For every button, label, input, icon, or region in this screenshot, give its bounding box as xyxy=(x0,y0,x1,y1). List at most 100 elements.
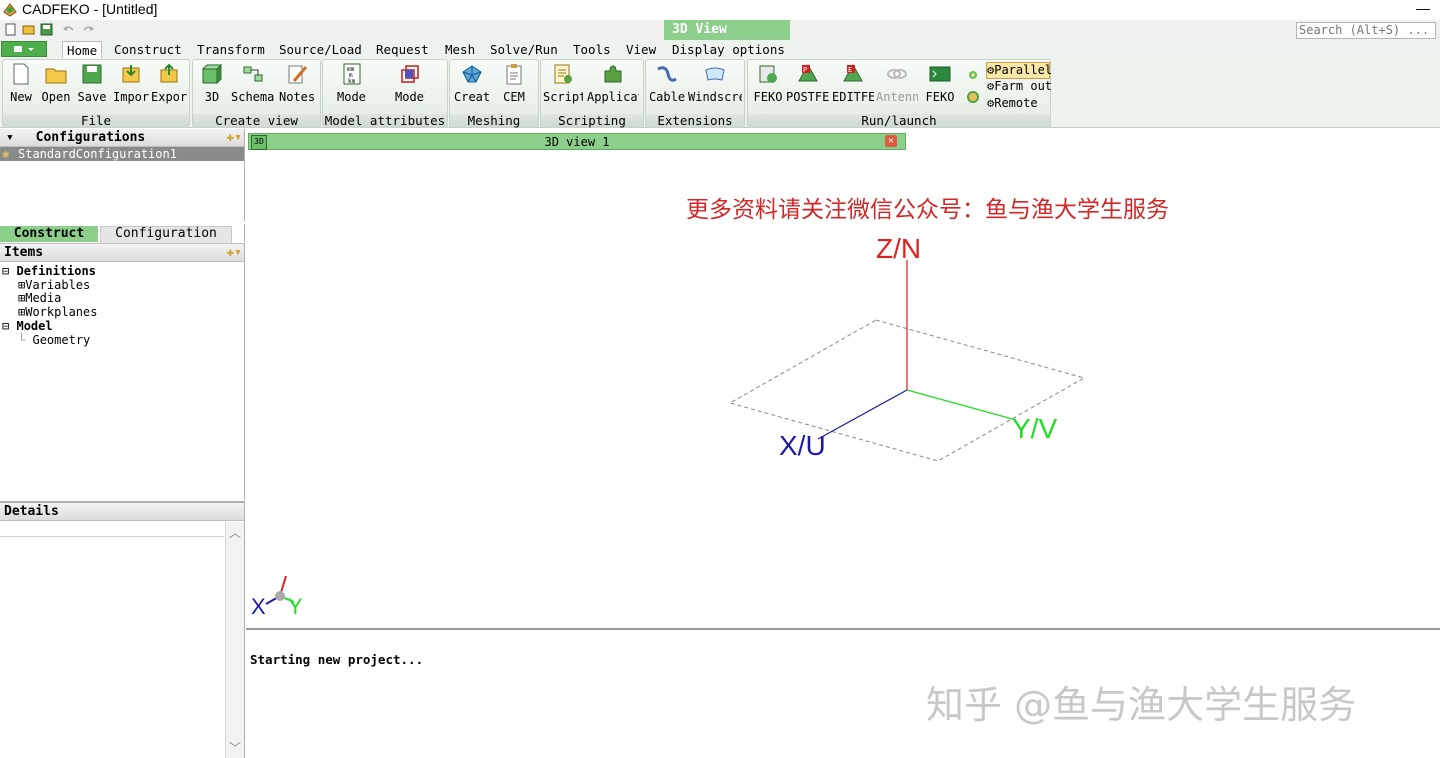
tree-node-definitions[interactable]: ⊟ Definitions xyxy=(2,265,96,278)
close-view-icon[interactable]: ✕ xyxy=(885,135,897,147)
group-label-create-view: Create view xyxy=(193,114,320,127)
menu-home[interactable]: Home xyxy=(62,41,103,59)
windscreen-button[interactable]: Windscreen xyxy=(688,62,742,104)
tree-node-geometry[interactable]: └ Geometry xyxy=(18,334,90,347)
model-unit-button[interactable]: mmmkm Model xyxy=(337,62,367,104)
scene-canvas[interactable]: 更多资料请关注微信公众号：鱼与渔大学生服务 Z/N Y/V X/U X Y xyxy=(246,152,1440,628)
menu-transform[interactable]: Transform xyxy=(193,41,269,58)
settings-cog-icon[interactable] xyxy=(966,68,980,82)
ribbon: New Open Save Import Export File 3D Sche… xyxy=(0,58,1440,128)
title-bar: CADFEKO - [Untitled] — xyxy=(0,0,1440,20)
refresh-icon[interactable] xyxy=(966,90,980,104)
import-button[interactable]: Import xyxy=(113,62,149,104)
menu-tools[interactable]: Tools xyxy=(569,41,615,58)
view-3d-button[interactable]: 3D xyxy=(197,62,227,104)
puzzle-piece-icon xyxy=(604,65,622,83)
undo-icon[interactable] xyxy=(62,23,75,36)
details-row xyxy=(0,522,224,537)
group-label-file: File xyxy=(3,114,189,127)
cable-icon xyxy=(657,66,677,82)
y-axis-line xyxy=(906,389,1017,421)
watermark-top: 更多资料请关注微信公众号：鱼与渔大学生服务 xyxy=(686,197,1169,223)
group-label-scripting: Scripting xyxy=(541,114,643,127)
scroll-down-icon[interactable]: ﹀ xyxy=(229,739,241,756)
group-label-run-launch: Run/launch xyxy=(748,114,1050,127)
new-button[interactable]: New xyxy=(6,62,36,104)
app-menu-icon xyxy=(14,46,34,52)
ribbon-group-run-launch: FEKO P POSTFEKO E EDITFEKO Antenna FEKO … xyxy=(747,59,1052,128)
details-header: Details xyxy=(0,503,244,521)
details-scrollbar[interactable]: ︿ ﹀ xyxy=(225,522,244,758)
model-unit-icon: mmmkm xyxy=(343,63,361,85)
application-macros-button[interactable]: Application xyxy=(587,62,639,104)
menu-display-options[interactable]: Display options xyxy=(668,41,789,58)
feko-terminal-button[interactable]: FEKO xyxy=(922,62,958,104)
menu-view[interactable]: View xyxy=(622,41,660,58)
configuration-item-standard[interactable]: ✱ StandardConfiguration1 xyxy=(0,147,244,161)
feko-solver-button[interactable]: FEKO xyxy=(750,62,786,104)
save-icon[interactable] xyxy=(40,23,53,36)
application-menu-button[interactable] xyxy=(1,41,47,57)
remote-option[interactable]: ⚙Remote xyxy=(987,96,1038,111)
export-icon xyxy=(160,63,178,83)
axis-label-y: Y/V xyxy=(1012,413,1057,444)
tab-configuration[interactable]: Configuration xyxy=(100,226,232,244)
menu-source-load[interactable]: Source/Load xyxy=(275,41,366,58)
editfeko-button[interactable]: E EDITFEKO xyxy=(832,62,874,104)
create-mesh-button[interactable]: Create xyxy=(454,62,490,104)
scroll-up-icon[interactable]: ︿ xyxy=(229,524,241,541)
output-console: Starting new project... 知乎 @鱼与渔大学生服务 xyxy=(246,628,1440,758)
notes-button[interactable]: Notes xyxy=(279,62,315,104)
farm-out-option[interactable]: ⚙Farm out xyxy=(987,79,1052,94)
tree-node-model[interactable]: ⊟ Model xyxy=(2,320,53,333)
items-panel: Items ✚▾ ⊟ Definitions ⊞Variables ⊞Media… xyxy=(0,243,245,500)
collapse-icon[interactable]: ⊟ xyxy=(2,264,9,278)
cem-validate-button[interactable]: CEM xyxy=(496,62,532,104)
menu-request[interactable]: Request xyxy=(372,41,433,58)
ribbon-group-file: New Open Save Import Export File xyxy=(2,59,190,128)
script-editor-button[interactable]: Script xyxy=(543,62,583,104)
search-input[interactable]: Search (Alt+S) ... xyxy=(1296,22,1436,39)
minimize-button[interactable]: — xyxy=(1416,0,1430,16)
antenna-button[interactable]: Antenna xyxy=(876,62,918,104)
configuration-icon: ✱ xyxy=(2,147,10,161)
import-icon xyxy=(122,65,140,83)
model-extents-button[interactable]: Model xyxy=(395,62,425,104)
view-tab-3d-view-1[interactable]: 3D 3D view 1 ✕ xyxy=(248,133,906,150)
menu-solve-run[interactable]: Solve/Run xyxy=(486,41,562,58)
open-folder-icon[interactable] xyxy=(22,23,35,36)
add-configuration-icon[interactable]: ✚▾ xyxy=(226,129,242,146)
terminal-icon xyxy=(929,66,951,82)
mini-triad-origin xyxy=(275,591,285,601)
cable-button[interactable]: Cable xyxy=(648,62,686,104)
tree-node-media[interactable]: ⊞Media xyxy=(18,292,61,305)
open-button[interactable]: Open xyxy=(41,62,71,104)
collapse-icon[interactable]: ⊟ xyxy=(2,319,9,333)
menu-construct[interactable]: Construct xyxy=(110,41,186,58)
collapse-arrow-icon[interactable]: ▾ xyxy=(0,130,14,145)
menu-bar: Home Construct Transform Source/Load Req… xyxy=(0,40,1440,59)
svg-text:km: km xyxy=(348,78,356,85)
window-title: CADFEKO - [Untitled] xyxy=(22,1,158,17)
export-button[interactable]: Export xyxy=(151,62,187,104)
tree-node-workplanes[interactable]: ⊞Workplanes xyxy=(18,306,97,319)
new-file-icon[interactable] xyxy=(4,23,17,36)
postfeko-icon: P xyxy=(798,63,818,82)
details-panel: Details ︿ ﹀ xyxy=(0,501,245,758)
ribbon-group-create-view: 3D Schematic Notes Create view xyxy=(192,59,321,128)
menu-mesh[interactable]: Mesh xyxy=(441,41,479,58)
tree-connector-icon: └ xyxy=(18,333,26,347)
svg-text:P: P xyxy=(803,66,807,74)
redo-icon[interactable] xyxy=(82,23,95,36)
add-item-icon[interactable]: ✚▾ xyxy=(226,244,242,261)
ribbon-group-scripting: Script Application Scripting xyxy=(540,59,644,128)
tab-construct[interactable]: Construct xyxy=(0,226,98,242)
group-label-extensions: Extensions xyxy=(646,114,744,127)
context-tab-3d-view[interactable]: 3D View xyxy=(664,20,790,40)
parallel-option[interactable]: ⚙Parallel xyxy=(986,62,1052,79)
save-button[interactable]: Save xyxy=(77,62,107,104)
new-document-icon xyxy=(13,63,29,85)
save-icon xyxy=(82,64,102,84)
schematic-button[interactable]: Schematic xyxy=(231,62,275,104)
postfeko-button[interactable]: P POSTFEKO xyxy=(786,62,830,104)
